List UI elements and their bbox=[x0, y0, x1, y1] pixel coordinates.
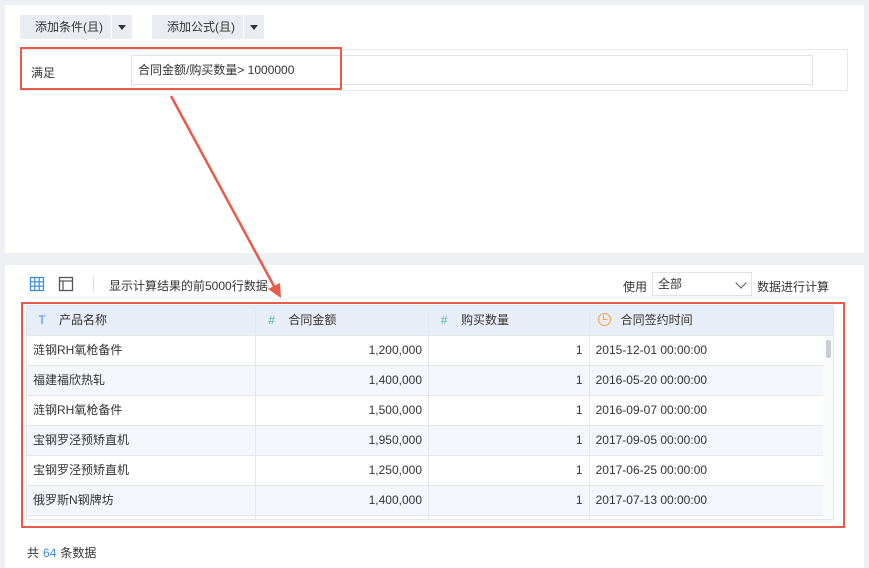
calc-label: 数据进行计算 bbox=[757, 280, 830, 294]
caret-down-icon bbox=[250, 24, 258, 30]
column-header-quantity[interactable]: # 购买数量 bbox=[429, 306, 590, 335]
row-count: 共 64 条数据 bbox=[27, 546, 97, 560]
table-header-row: T 产品名称 # 合同金额 # 购买数量 合同签约时间 bbox=[27, 306, 833, 336]
result-panel: 显示计算结果的前5000行数据 使用 全部 数据进行计算 T 产品名称 # 合同金额… bbox=[5, 265, 864, 568]
data-scope-value: 全部 bbox=[658, 277, 683, 291]
add-formula-button[interactable]: 添加公式(且) bbox=[152, 15, 244, 39]
table-row bbox=[27, 516, 833, 519]
cell-product: 涟钢RH氧枪备件 bbox=[27, 396, 257, 425]
number-type-icon: # bbox=[440, 313, 448, 327]
table-scrollbar[interactable] bbox=[823, 336, 833, 519]
column-header-amount[interactable]: # 合同金额 bbox=[256, 306, 429, 335]
cell-product: 俄罗斯N钢牌坊 bbox=[27, 486, 257, 515]
cell-amount: 1,500,000 bbox=[256, 396, 429, 425]
chevron-down-icon bbox=[735, 277, 747, 289]
column-header-sign-time[interactable]: 合同签约时间 bbox=[590, 306, 833, 335]
cell-product: 涟钢RH氧枪备件 bbox=[27, 336, 257, 365]
cell-quantity: 1 bbox=[429, 366, 590, 395]
cell-sign-time: 2015-12-01 00:00:00 bbox=[595, 343, 708, 357]
cell-quantity: 1 bbox=[429, 396, 590, 425]
result-limit-hint: 显示计算结果的前5000行数据 bbox=[109, 279, 268, 293]
cell-sign-time: 2016-05-20 00:00:00 bbox=[595, 373, 708, 387]
cell-quantity: 1 bbox=[429, 486, 590, 515]
table-row: 宝钢罗泾预矫直机 1,250,000 1 2017-06-25 00:00:00 bbox=[27, 456, 833, 486]
grid-view-icon[interactable] bbox=[29, 276, 45, 292]
cell-quantity: 1 bbox=[429, 426, 590, 455]
cell-product bbox=[27, 516, 257, 519]
cell-amount bbox=[256, 516, 429, 519]
scrollbar-thumb[interactable] bbox=[826, 340, 831, 358]
table-row: 宝钢罗泾预矫直机 1,950,000 1 2017-09-05 00:00:00 bbox=[27, 426, 833, 456]
add-condition-button[interactable]: 添加条件(且) bbox=[20, 15, 112, 39]
cell-sign-time: 2017-06-25 00:00:00 bbox=[595, 463, 708, 477]
table-row: 涟钢RH氧枪备件 1,200,000 1 2015-12-01 00:00:00 bbox=[27, 336, 833, 366]
table-row: 俄罗斯N钢牌坊 1,400,000 1 2017-07-13 00:00:00 bbox=[27, 486, 833, 516]
cell-amount: 1,250,000 bbox=[256, 456, 429, 485]
formula-input[interactable]: 合同金额/购买数量> 1000000 bbox=[131, 55, 813, 85]
cell-sign-time: 2017-09-05 00:00:00 bbox=[595, 433, 708, 447]
add-formula-dropdown[interactable] bbox=[244, 15, 264, 39]
use-label: 使用 bbox=[623, 280, 648, 294]
date-type-icon bbox=[597, 313, 611, 326]
result-table: T 产品名称 # 合同金额 # 购买数量 合同签约时间 涟钢RH氧枪备件 1,200,… bbox=[26, 305, 834, 520]
cell-sign-time: 2017-07-13 00:00:00 bbox=[595, 493, 708, 507]
caret-down-icon bbox=[118, 24, 126, 30]
condition-label: 满足 bbox=[31, 66, 56, 80]
cell-quantity: 1 bbox=[429, 336, 590, 365]
data-scope-select[interactable]: 全部 bbox=[652, 272, 752, 296]
field-view-icon[interactable] bbox=[58, 276, 74, 292]
add-condition-dropdown[interactable] bbox=[112, 15, 132, 39]
cell-sign-time: 2016-09-07 00:00:00 bbox=[595, 403, 708, 417]
cell-amount: 1,950,000 bbox=[256, 426, 429, 455]
cell-amount: 1,200,000 bbox=[256, 336, 429, 365]
row-count-number: 64 bbox=[43, 546, 57, 560]
cell-quantity bbox=[429, 516, 590, 519]
column-header-product[interactable]: T 产品名称 bbox=[27, 306, 257, 335]
table-row: 福建福欣热轧 1,400,000 1 2016-05-20 00:00:00 bbox=[27, 366, 833, 396]
cell-amount: 1,400,000 bbox=[256, 486, 429, 515]
cell-product: 宝钢罗泾预矫直机 bbox=[27, 456, 257, 485]
condition-row: 满足 合同金额/购买数量> 1000000 bbox=[20, 49, 848, 91]
toolbar-divider bbox=[93, 276, 94, 292]
cell-product: 福建福欣热轧 bbox=[27, 366, 257, 395]
cell-amount: 1,400,000 bbox=[256, 366, 429, 395]
filter-panel: 添加条件(且) 添加公式(且) 满足 合同金额/购买数量> 1000000 bbox=[5, 5, 864, 253]
add-condition-button-group: 添加条件(且) bbox=[20, 15, 132, 39]
number-type-icon: # bbox=[268, 313, 275, 327]
text-type-icon: T bbox=[38, 313, 46, 327]
add-formula-button-group: 添加公式(且) bbox=[152, 15, 264, 39]
cell-product: 宝钢罗泾预矫直机 bbox=[27, 426, 257, 455]
table-row: 涟钢RH氧枪备件 1,500,000 1 2016-09-07 00:00:00 bbox=[27, 396, 833, 426]
cell-quantity: 1 bbox=[429, 456, 590, 485]
cell-sign-time bbox=[590, 516, 833, 519]
